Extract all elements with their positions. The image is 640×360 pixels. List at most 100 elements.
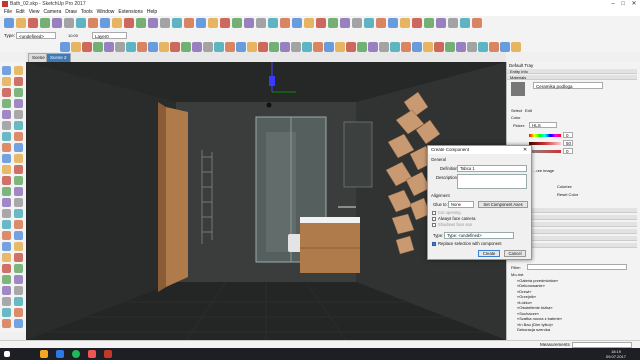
tree-item[interactable]: Dekoracja szeroka [511,327,562,333]
toolbar-tool-icon[interactable] [388,18,398,28]
toolbar-tool-icon[interactable] [467,42,477,52]
drawing-tool-icon[interactable] [14,187,23,196]
toolbar-tool-icon[interactable] [291,42,301,52]
drawing-tool-icon[interactable] [2,154,11,163]
toolbar-tool-icon[interactable] [460,18,470,28]
toolbar-tool-icon[interactable] [16,18,26,28]
menu-draw[interactable]: Draw [65,8,77,16]
toolbar-tool-icon[interactable] [302,42,312,52]
toolbar-tool-icon[interactable] [148,18,158,28]
toolbar-tool-icon[interactable] [225,42,235,52]
toolbar-tool-icon[interactable] [93,42,103,52]
drawing-tool-icon[interactable] [2,110,11,119]
drawing-tool-icon[interactable] [2,220,11,229]
toolbar-tool-icon[interactable] [376,18,386,28]
colorize-label[interactable]: Colorize [557,184,572,189]
drawing-tool-icon[interactable] [2,165,11,174]
toolbar-tool-icon[interactable] [313,42,323,52]
drawing-tool-icon[interactable] [14,165,23,174]
toolbar-tool-icon[interactable] [28,18,38,28]
toolbar-tool-icon[interactable] [401,42,411,52]
toolbar-tool-icon[interactable] [148,42,158,52]
drawing-tool-icon[interactable] [2,99,11,108]
drawing-tool-icon[interactable] [14,297,23,306]
toolbar-tool-icon[interactable] [208,18,218,28]
drawing-tool-icon[interactable] [2,121,11,130]
create-button[interactable]: Create [478,250,500,257]
toolbar-tool-icon[interactable] [112,18,122,28]
entity-info-section[interactable]: Entity Info [507,69,637,74]
drawing-tool-icon[interactable] [2,187,11,196]
sketchup-taskbar-icon[interactable] [104,350,112,358]
drawing-tool-icon[interactable] [2,143,11,152]
toolbar-tool-icon[interactable] [335,42,345,52]
toolbar-tool-icon[interactable] [160,18,170,28]
windows-start-icon[interactable] [4,351,10,357]
filter-input[interactable] [527,264,627,270]
drawing-tool-icon[interactable] [2,77,11,86]
drawing-tool-icon[interactable] [2,209,11,218]
app-icon[interactable] [88,350,96,358]
toolbar-tool-icon[interactable] [436,18,446,28]
toolbar-tool-icon[interactable] [390,42,400,52]
close-icon[interactable]: ✕ [629,0,639,8]
toolbar-tool-icon[interactable] [324,42,334,52]
drawing-tool-icon[interactable] [14,308,23,317]
toolbar-tool-icon[interactable] [100,18,110,28]
set-component-axes-button[interactable]: Set Component Axes [478,201,528,208]
toolbar-tool-icon[interactable] [434,42,444,52]
shadows-face-sun-checkbox[interactable] [432,223,436,227]
toolbar-tool-icon[interactable] [60,42,70,52]
drawing-tool-icon[interactable] [2,132,11,141]
toolbar-tool-icon[interactable] [280,42,290,52]
drawing-tool-icon[interactable] [14,154,23,163]
toolbar-tool-icon[interactable] [258,42,268,52]
toolbar-tool-icon[interactable] [247,42,257,52]
toolbar-tool-icon[interactable] [181,42,191,52]
type-select[interactable]: <undefined> [16,32,56,39]
menu-edit[interactable]: Edit [16,8,25,16]
drawing-tool-icon[interactable] [2,253,11,262]
toolbar-tool-icon[interactable] [445,42,455,52]
saturation-slider[interactable] [529,150,561,153]
maximize-icon[interactable]: □ [618,0,628,8]
drawing-tool-icon[interactable] [2,319,11,328]
drawing-tool-icon[interactable] [14,99,23,108]
toolbar-tool-icon[interactable] [316,18,326,28]
tree-item[interactable]: «Szafka nocna z baterie» [511,316,562,322]
menu-extensions[interactable]: Extensions [118,8,142,16]
toolbar-tool-icon[interactable] [196,18,206,28]
toolbar-tool-icon[interactable] [364,18,374,28]
drawing-tool-icon[interactable] [14,88,23,97]
drawing-tool-icon[interactable] [2,264,11,273]
cancel-button[interactable]: Cancel [504,250,526,257]
toolbar-tool-icon[interactable] [214,42,224,52]
drawing-tool-icon[interactable] [2,286,11,295]
tab-edit[interactable]: Edit [525,108,532,113]
toolbar-tool-icon[interactable] [256,18,266,28]
toolbar-tool-icon[interactable] [40,18,50,28]
drawing-tool-icon[interactable] [2,297,11,306]
glue-select[interactable]: None [448,201,474,208]
toolbar-tool-icon[interactable] [412,18,422,28]
toolbar-tool-icon[interactable] [489,42,499,52]
toolbar-tool-icon[interactable] [280,18,290,28]
drawing-tool-icon[interactable] [14,286,23,295]
toolbar-tool-icon[interactable] [82,42,92,52]
toolbar-tool-icon[interactable] [104,42,114,52]
reset-color-label[interactable]: Reset Color [557,192,578,197]
toolbar-tool-icon[interactable] [424,18,434,28]
toolbar-tool-icon[interactable] [115,42,125,52]
menu-help[interactable]: Help [147,8,157,16]
toolbar-tool-icon[interactable] [352,18,362,28]
picker-select[interactable]: HLS [529,122,557,128]
menu-tools[interactable]: Tools [81,8,93,16]
toolbar-tool-icon[interactable] [268,18,278,28]
toolbar-tool-icon[interactable] [304,18,314,28]
toolbar-tool-icon[interactable] [124,18,134,28]
toolbar-tool-icon[interactable] [137,42,147,52]
toolbar-tool-icon[interactable] [412,42,422,52]
toolbar-tool-icon[interactable] [328,18,338,28]
toolbar-tool-icon[interactable] [159,42,169,52]
toolbar-tool-icon[interactable] [400,18,410,28]
